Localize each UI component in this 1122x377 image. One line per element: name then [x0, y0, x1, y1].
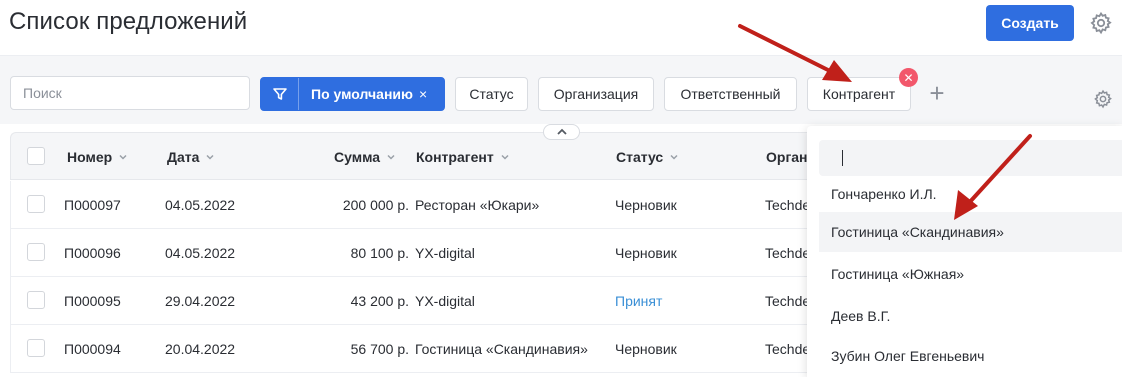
cell-counterparty: YX-digital [415, 245, 475, 261]
cell-sum: 200 000 р. [342, 197, 409, 213]
cell-organization: Techde [765, 197, 811, 213]
cell-status: Черновик [615, 341, 677, 357]
row-checkbox[interactable] [27, 243, 45, 261]
dropdown-option[interactable]: Гостиница «Скандинавия» [819, 212, 1122, 252]
counterparty-dropdown: Гончаренко И.Л. Гостиница «Скандинавия» … [807, 126, 1122, 377]
chevron-down-icon [501, 154, 509, 160]
add-filter-icon[interactable]: + [925, 79, 949, 107]
filter-chip-counterparty[interactable]: Контрагент [807, 77, 911, 111]
default-filter-label: По умолчанию [311, 86, 413, 102]
cell-date: 04.05.2022 [165, 197, 236, 213]
cell-counterparty: YX-digital [415, 293, 475, 309]
chevron-up-icon [556, 128, 567, 135]
cell-number: П000097 [64, 197, 121, 213]
column-sum[interactable]: Сумма [334, 149, 396, 165]
dropdown-option[interactable]: Гостиница «Южная» [819, 254, 1122, 294]
column-date[interactable]: Дата [167, 149, 215, 165]
gear-icon[interactable] [1089, 11, 1113, 35]
row-checkbox[interactable] [27, 291, 45, 309]
select-all-checkbox[interactable] [27, 147, 45, 165]
cell-sum: 56 700 р. [350, 341, 409, 357]
cell-counterparty: Ресторан «Юкари» [415, 197, 540, 213]
column-counterparty[interactable]: Контрагент [416, 149, 510, 165]
cell-date: 04.05.2022 [165, 245, 236, 261]
cell-sum: 43 200 р. [350, 293, 409, 309]
filter-chip-organization[interactable]: Организация [538, 77, 654, 111]
chevron-down-icon [387, 154, 395, 160]
column-organization[interactable]: Орган [766, 149, 808, 165]
dropdown-option[interactable]: Деев В.Г. [819, 296, 1122, 336]
cell-status: Черновик [615, 245, 677, 261]
row-checkbox[interactable] [27, 195, 45, 213]
dropdown-option[interactable]: Зубин Олег Евгеньевич [819, 336, 1122, 376]
text-caret [842, 150, 843, 166]
cell-status: Черновик [615, 197, 677, 213]
search-input[interactable] [10, 76, 250, 110]
cell-number: П000096 [64, 245, 121, 261]
chevron-down-icon [670, 154, 678, 160]
clear-filter-icon[interactable]: × [419, 86, 427, 102]
chevron-down-icon [119, 154, 127, 160]
page-header: Список предложений Создать [0, 0, 1122, 56]
cell-date: 20.04.2022 [165, 341, 236, 357]
cell-number: П000095 [64, 293, 121, 309]
default-filter-chip[interactable]: По умолчанию × [260, 77, 445, 111]
chevron-down-icon [206, 154, 214, 160]
cell-date: 29.04.2022 [165, 293, 236, 309]
column-status[interactable]: Статус [616, 149, 679, 165]
cell-number: П000094 [64, 341, 121, 357]
page-title: Список предложений [9, 8, 248, 35]
create-button[interactable]: Создать [986, 5, 1074, 41]
filter-chip-responsible[interactable]: Ответственный [664, 77, 797, 111]
cell-counterparty: Гостиница «Скандинавия» [415, 341, 588, 357]
row-checkbox[interactable] [27, 339, 45, 357]
column-number[interactable]: Номер [67, 149, 128, 165]
filter-chip-status[interactable]: Статус [455, 77, 528, 111]
dropdown-option[interactable]: Гончаренко И.Л. [819, 176, 1122, 212]
dropdown-search-input[interactable] [819, 140, 1122, 176]
remove-filter-icon[interactable]: ✕ [899, 68, 918, 87]
cell-status: Принят [615, 293, 663, 309]
collapse-filters-button[interactable] [543, 124, 580, 140]
filter-icon [261, 78, 299, 110]
table-settings-icon[interactable] [1093, 89, 1113, 109]
cell-sum: 80 100 р. [350, 245, 409, 261]
